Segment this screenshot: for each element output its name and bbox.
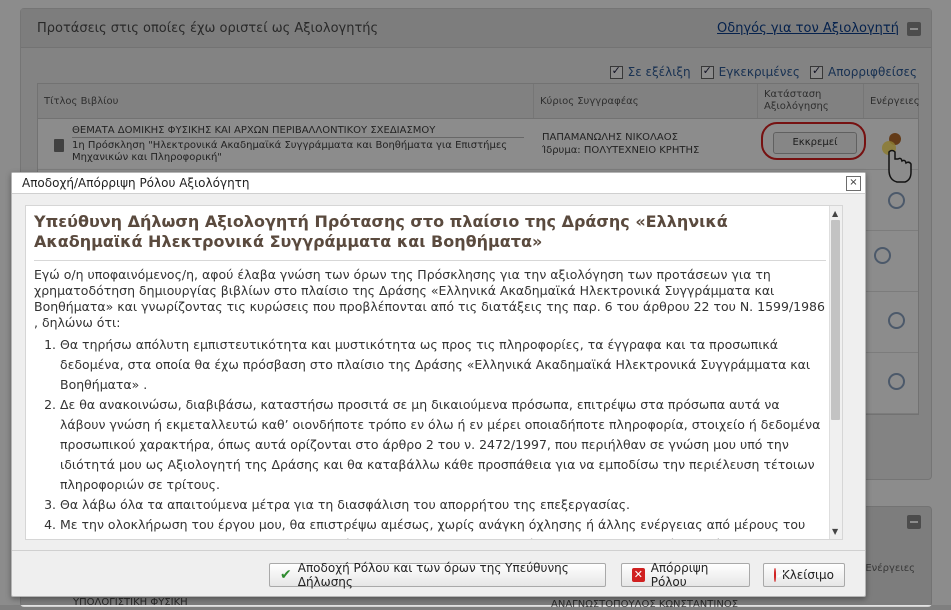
accept-reject-dialog: Αποδοχή/Απόρριψη Ρόλου Αξιολόγητη × Υπεύ…	[11, 172, 866, 597]
divider	[34, 260, 826, 261]
dialog-titlebar: Αποδοχή/Απόρριψη Ρόλου Αξιολόγητη ×	[12, 173, 865, 194]
declaration-content: Υπεύθυνη Δήλωση Αξιολογητή Πρότασης στο …	[25, 205, 843, 540]
list-item: Θα τηρήσω απόλυτη εμπιστευτικότητα και μ…	[60, 335, 826, 395]
accept-role-label: Αποδοχή Ρόλου και των όρων της Υπεύθυνης…	[297, 561, 569, 589]
dialog-footer: ✔ Αποδοχή Ρόλου και των όρων της Υπεύθυν…	[12, 550, 865, 597]
no-entry-icon	[774, 568, 776, 582]
declaration-list: Θα τηρήσω απόλυτη εμπιστευτικότητα και μ…	[34, 335, 826, 539]
list-item: Με την ολοκλήρωση του έργου μου, θα επισ…	[60, 515, 826, 539]
list-item: Θα λάβω όλα τα απαιτούμενα μέτρα για τη …	[60, 495, 826, 515]
close-button[interactable]: Κλείσιμο	[763, 563, 845, 587]
checkmark-icon: ✔	[280, 567, 292, 583]
list-item: Δε θα ανακοινώσω, διαβιβάσω, καταστήσω π…	[60, 395, 826, 495]
dialog-title: Αποδοχή/Απόρριψη Ρόλου Αξιολόγητη	[22, 176, 250, 190]
x-icon: ✕	[632, 568, 645, 582]
scroll-up-icon[interactable]: ▲	[832, 209, 838, 218]
close-label: Κλείσιμο	[781, 568, 834, 582]
scroll-down-icon[interactable]: ▼	[832, 527, 838, 536]
reject-role-button[interactable]: ✕ Απόρριψη Ρόλου	[621, 561, 750, 589]
reject-role-label: Απόρριψη Ρόλου	[650, 561, 709, 589]
accept-role-button[interactable]: ✔ Αποδοχή Ρόλου και των όρων της Υπεύθυν…	[269, 561, 606, 589]
close-icon[interactable]: ×	[846, 176, 861, 191]
scroll-thumb[interactable]	[831, 220, 840, 420]
declaration-intro: Εγώ ο/η υποφαινόμενος/η, αφού έλαβα γνώσ…	[34, 267, 825, 330]
vertical-scrollbar[interactable]: ▲ ▼	[829, 206, 842, 539]
declaration-heading: Υπεύθυνη Δήλωση Αξιολογητή Πρότασης στο …	[34, 212, 728, 251]
